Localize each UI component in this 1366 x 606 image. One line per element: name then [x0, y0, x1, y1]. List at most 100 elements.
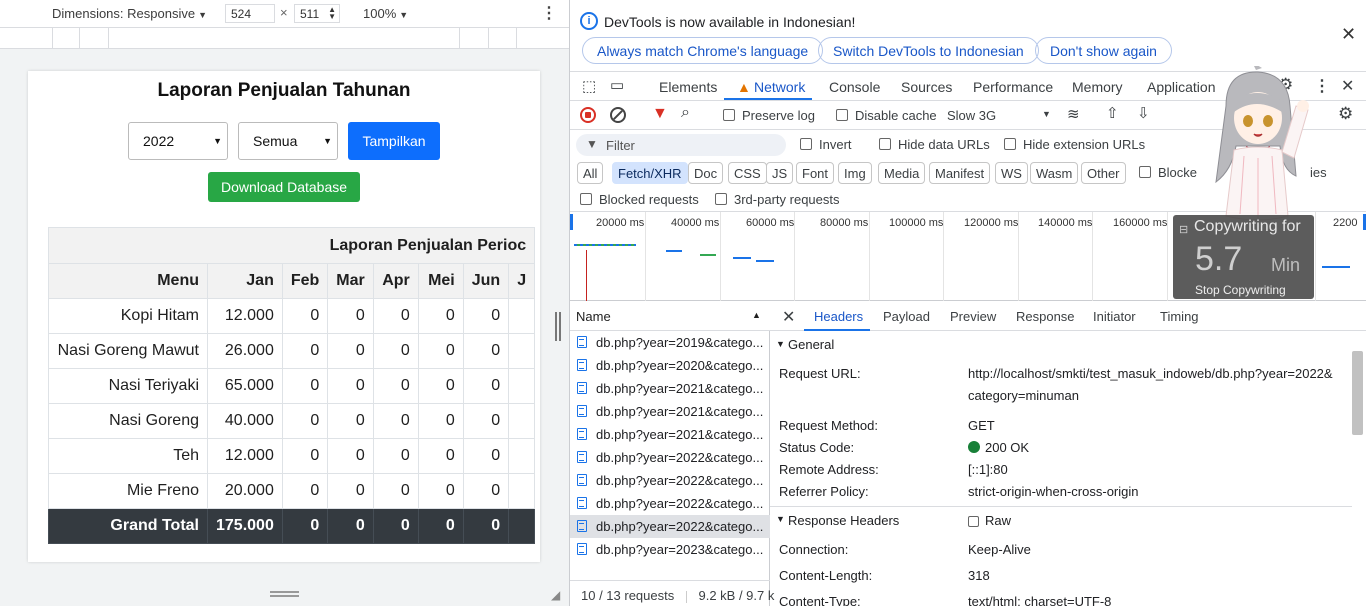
document-icon	[577, 405, 587, 417]
request-row[interactable]: db.php?year=2019&catego...	[570, 331, 770, 354]
type-media[interactable]: Media	[878, 162, 926, 184]
type-doc[interactable]: Doc	[688, 162, 724, 184]
detail-scrollbar[interactable]	[1352, 351, 1363, 435]
year-select[interactable]: 2022 ▼	[128, 122, 228, 160]
more-options-icon[interactable]: ⋮	[1314, 76, 1330, 96]
table-header-row: Menu Jan Feb Mar Apr Mei Jun J	[48, 263, 536, 299]
clipped-cell	[508, 508, 536, 544]
tab-response[interactable]: Response	[1016, 309, 1075, 324]
type-manifest[interactable]: Manifest	[929, 162, 991, 184]
type-other[interactable]: Other	[1081, 162, 1126, 184]
request-row[interactable]: db.php?year=2022&catego...	[570, 446, 770, 469]
import-har-icon[interactable]: ⇧	[1106, 104, 1119, 122]
spinner-icon[interactable]: ▲ ▼	[328, 6, 336, 21]
hide-extension-urls-checkbox[interactable]	[1004, 138, 1016, 150]
tab-elements[interactable]: Elements	[659, 79, 717, 95]
collapse-square-icon[interactable]: ⊟	[1179, 223, 1188, 236]
filter-input[interactable]: ▼ Filter	[576, 134, 786, 156]
resize-handle[interactable]	[555, 312, 561, 341]
request-row[interactable]: db.php?year=2022&catego...	[570, 469, 770, 492]
download-database-button[interactable]: Download Database	[208, 172, 360, 202]
type-js[interactable]: JS	[766, 162, 794, 184]
type-img[interactable]: Img	[838, 162, 872, 184]
category-select[interactable]: Semua ▼	[238, 122, 338, 160]
timeline-label: 140000 ms	[1038, 217, 1093, 229]
type-fetch-xhr[interactable]: Fetch/XHR	[612, 162, 688, 184]
header-key: Request Method:	[779, 418, 879, 433]
type-all[interactable]: All	[577, 162, 604, 184]
response-header-key: Content-Length:	[779, 568, 873, 583]
tab-network[interactable]: Network	[754, 79, 805, 95]
stop-copywriting-button[interactable]: Stop Copywriting	[1195, 283, 1286, 297]
request-row[interactable]: db.php?year=2022&catego...	[570, 515, 770, 538]
invert-checkbox[interactable]	[800, 138, 812, 150]
inspect-element-icon[interactable]: ⬚	[582, 77, 596, 95]
filter-icon[interactable]: ▼	[652, 105, 668, 123]
close-detail-icon[interactable]: ✕	[782, 307, 795, 327]
search-icon[interactable]: ⌕	[681, 104, 690, 122]
network-conditions-icon[interactable]: ≋	[1067, 105, 1080, 123]
type-wasm[interactable]: Wasm	[1030, 162, 1079, 184]
tab-memory[interactable]: Memory	[1072, 79, 1123, 95]
height-input[interactable]: 511 ▲ ▼	[294, 4, 340, 23]
bottom-resize-handle[interactable]	[270, 591, 299, 597]
tab-preview[interactable]: Preview	[950, 309, 996, 324]
tab-console[interactable]: Console	[829, 79, 880, 95]
blocked-requests-checkbox[interactable]	[580, 193, 592, 205]
preserve-log-checkbox[interactable]	[723, 109, 735, 121]
request-row[interactable]: db.php?year=2021&catego...	[570, 423, 770, 446]
request-row[interactable]: db.php?year=2023&catego...	[570, 538, 770, 561]
device-toolbar-icon[interactable]: ▭	[610, 76, 624, 94]
tab-sources[interactable]: Sources	[901, 79, 952, 95]
close-devtools-icon[interactable]: ✕	[1341, 76, 1354, 96]
disable-cache-checkbox[interactable]	[836, 109, 848, 121]
request-row[interactable]: db.php?year=2021&catego...	[570, 400, 770, 423]
match-language-button[interactable]: Always match Chrome's language	[582, 37, 824, 64]
sort-up-icon[interactable]: ▲	[752, 310, 761, 320]
copywriting-timer-widget[interactable]: ⊟ Copywriting for 5.7 Min Stop Copywriti…	[1173, 215, 1314, 299]
export-har-icon[interactable]: ⇩	[1137, 104, 1150, 122]
infobar-text: DevTools is now available in Indonesian!	[604, 14, 856, 30]
ruler-tick	[79, 28, 80, 49]
close-icon[interactable]: ✕	[1341, 24, 1356, 45]
clear-icon[interactable]	[610, 107, 626, 123]
zoom-dropdown[interactable]: 100% ▼	[363, 6, 408, 21]
switch-language-button[interactable]: Switch DevTools to Indonesian	[818, 37, 1039, 64]
tab-payload[interactable]: Payload	[883, 309, 930, 324]
value-cell: 0	[327, 438, 374, 474]
hide-data-urls-label: Hide data URLs	[898, 137, 990, 152]
record-icon[interactable]	[580, 107, 596, 123]
request-row[interactable]: db.php?year=2022&catego...	[570, 492, 770, 515]
corner-resize-icon[interactable]: ◢	[551, 588, 560, 602]
throttle-select[interactable]: Slow 3G ▼	[947, 108, 1051, 123]
tab-headers[interactable]: Headers	[814, 309, 863, 324]
general-section-header[interactable]: ▼ General	[770, 335, 1352, 361]
media-query-ruler[interactable]	[0, 27, 569, 49]
request-row[interactable]: db.php?year=2021&catego...	[570, 377, 770, 400]
type-ws[interactable]: WS	[995, 162, 1028, 184]
tab-initiator[interactable]: Initiator	[1093, 309, 1136, 324]
tab-performance[interactable]: Performance	[973, 79, 1053, 95]
request-row[interactable]: db.php?year=2020&catego...	[570, 354, 770, 377]
width-input[interactable]: 524	[225, 4, 275, 23]
hide-data-urls-checkbox[interactable]	[879, 138, 891, 150]
network-settings-gear-icon[interactable]: ⚙	[1338, 104, 1353, 124]
tab-timing[interactable]: Timing	[1160, 309, 1199, 324]
raw-checkbox[interactable]	[968, 516, 979, 527]
page-title: Laporan Penjualan Tahunan	[157, 80, 411, 101]
dont-show-again-button[interactable]: Don't show again	[1035, 37, 1172, 64]
clipped-cell	[508, 298, 536, 334]
type-font[interactable]: Font	[796, 162, 835, 184]
more-options-icon[interactable]: ⋮	[541, 3, 557, 23]
dimensions-dropdown[interactable]: Dimensions: Responsive ▼	[52, 6, 207, 21]
show-button[interactable]: Tampilkan	[348, 122, 440, 160]
timeline-start-handle[interactable]	[570, 214, 573, 230]
request-list-header[interactable]: Name ▲	[570, 302, 770, 331]
response-headers-section-header[interactable]: ▼ Response Headers Raw	[770, 510, 1352, 536]
third-party-checkbox[interactable]	[715, 193, 727, 205]
value-cell: 0	[372, 438, 419, 474]
year-select-value: 2022	[143, 133, 175, 149]
type-css[interactable]: CSS	[728, 162, 767, 184]
clipped-cell	[508, 368, 536, 404]
blocked-cookies-checkbox[interactable]	[1139, 166, 1151, 178]
